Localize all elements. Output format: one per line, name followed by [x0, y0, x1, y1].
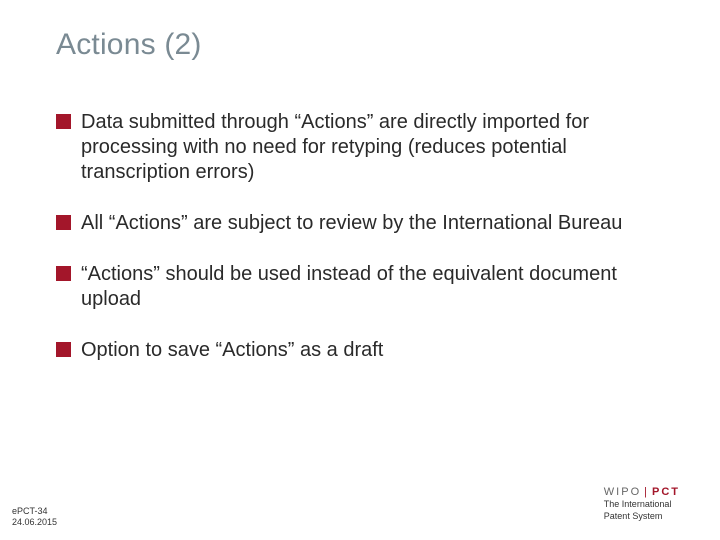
bullet-icon: [56, 114, 71, 129]
footer-code: ePCT-34: [12, 506, 57, 517]
bullet-icon: [56, 342, 71, 357]
slide-title: Actions (2): [56, 28, 202, 62]
logo-pct: PCT: [652, 486, 680, 498]
bullet-text: Option to save “Actions” as a draft: [81, 338, 383, 363]
bullet-text: “Actions” should be used instead of the …: [81, 262, 666, 312]
bullet-icon: [56, 266, 71, 281]
footer-logo: WIPO|PCT The International Patent System: [604, 486, 680, 522]
footer-date: 24.06.2015: [12, 517, 57, 528]
bullet-icon: [56, 215, 71, 230]
list-item: Data submitted through “Actions” are dir…: [56, 110, 666, 185]
bullet-list: Data submitted through “Actions” are dir…: [56, 110, 666, 389]
bullet-text: Data submitted through “Actions” are dir…: [81, 110, 666, 185]
list-item: Option to save “Actions” as a draft: [56, 338, 666, 363]
logo-subtitle-2: Patent System: [604, 512, 680, 522]
list-item: “Actions” should be used instead of the …: [56, 262, 666, 312]
bullet-text: All “Actions” are subject to review by t…: [81, 211, 622, 236]
slide: Actions (2) Data submitted through “Acti…: [0, 0, 720, 540]
logo-line: WIPO|PCT: [604, 486, 680, 498]
logo-wipo: WIPO: [604, 486, 641, 498]
logo-subtitle-1: The International: [604, 500, 680, 510]
list-item: All “Actions” are subject to review by t…: [56, 211, 666, 236]
footer-left: ePCT-34 24.06.2015: [12, 506, 57, 528]
logo-separator-icon: |: [644, 486, 649, 498]
